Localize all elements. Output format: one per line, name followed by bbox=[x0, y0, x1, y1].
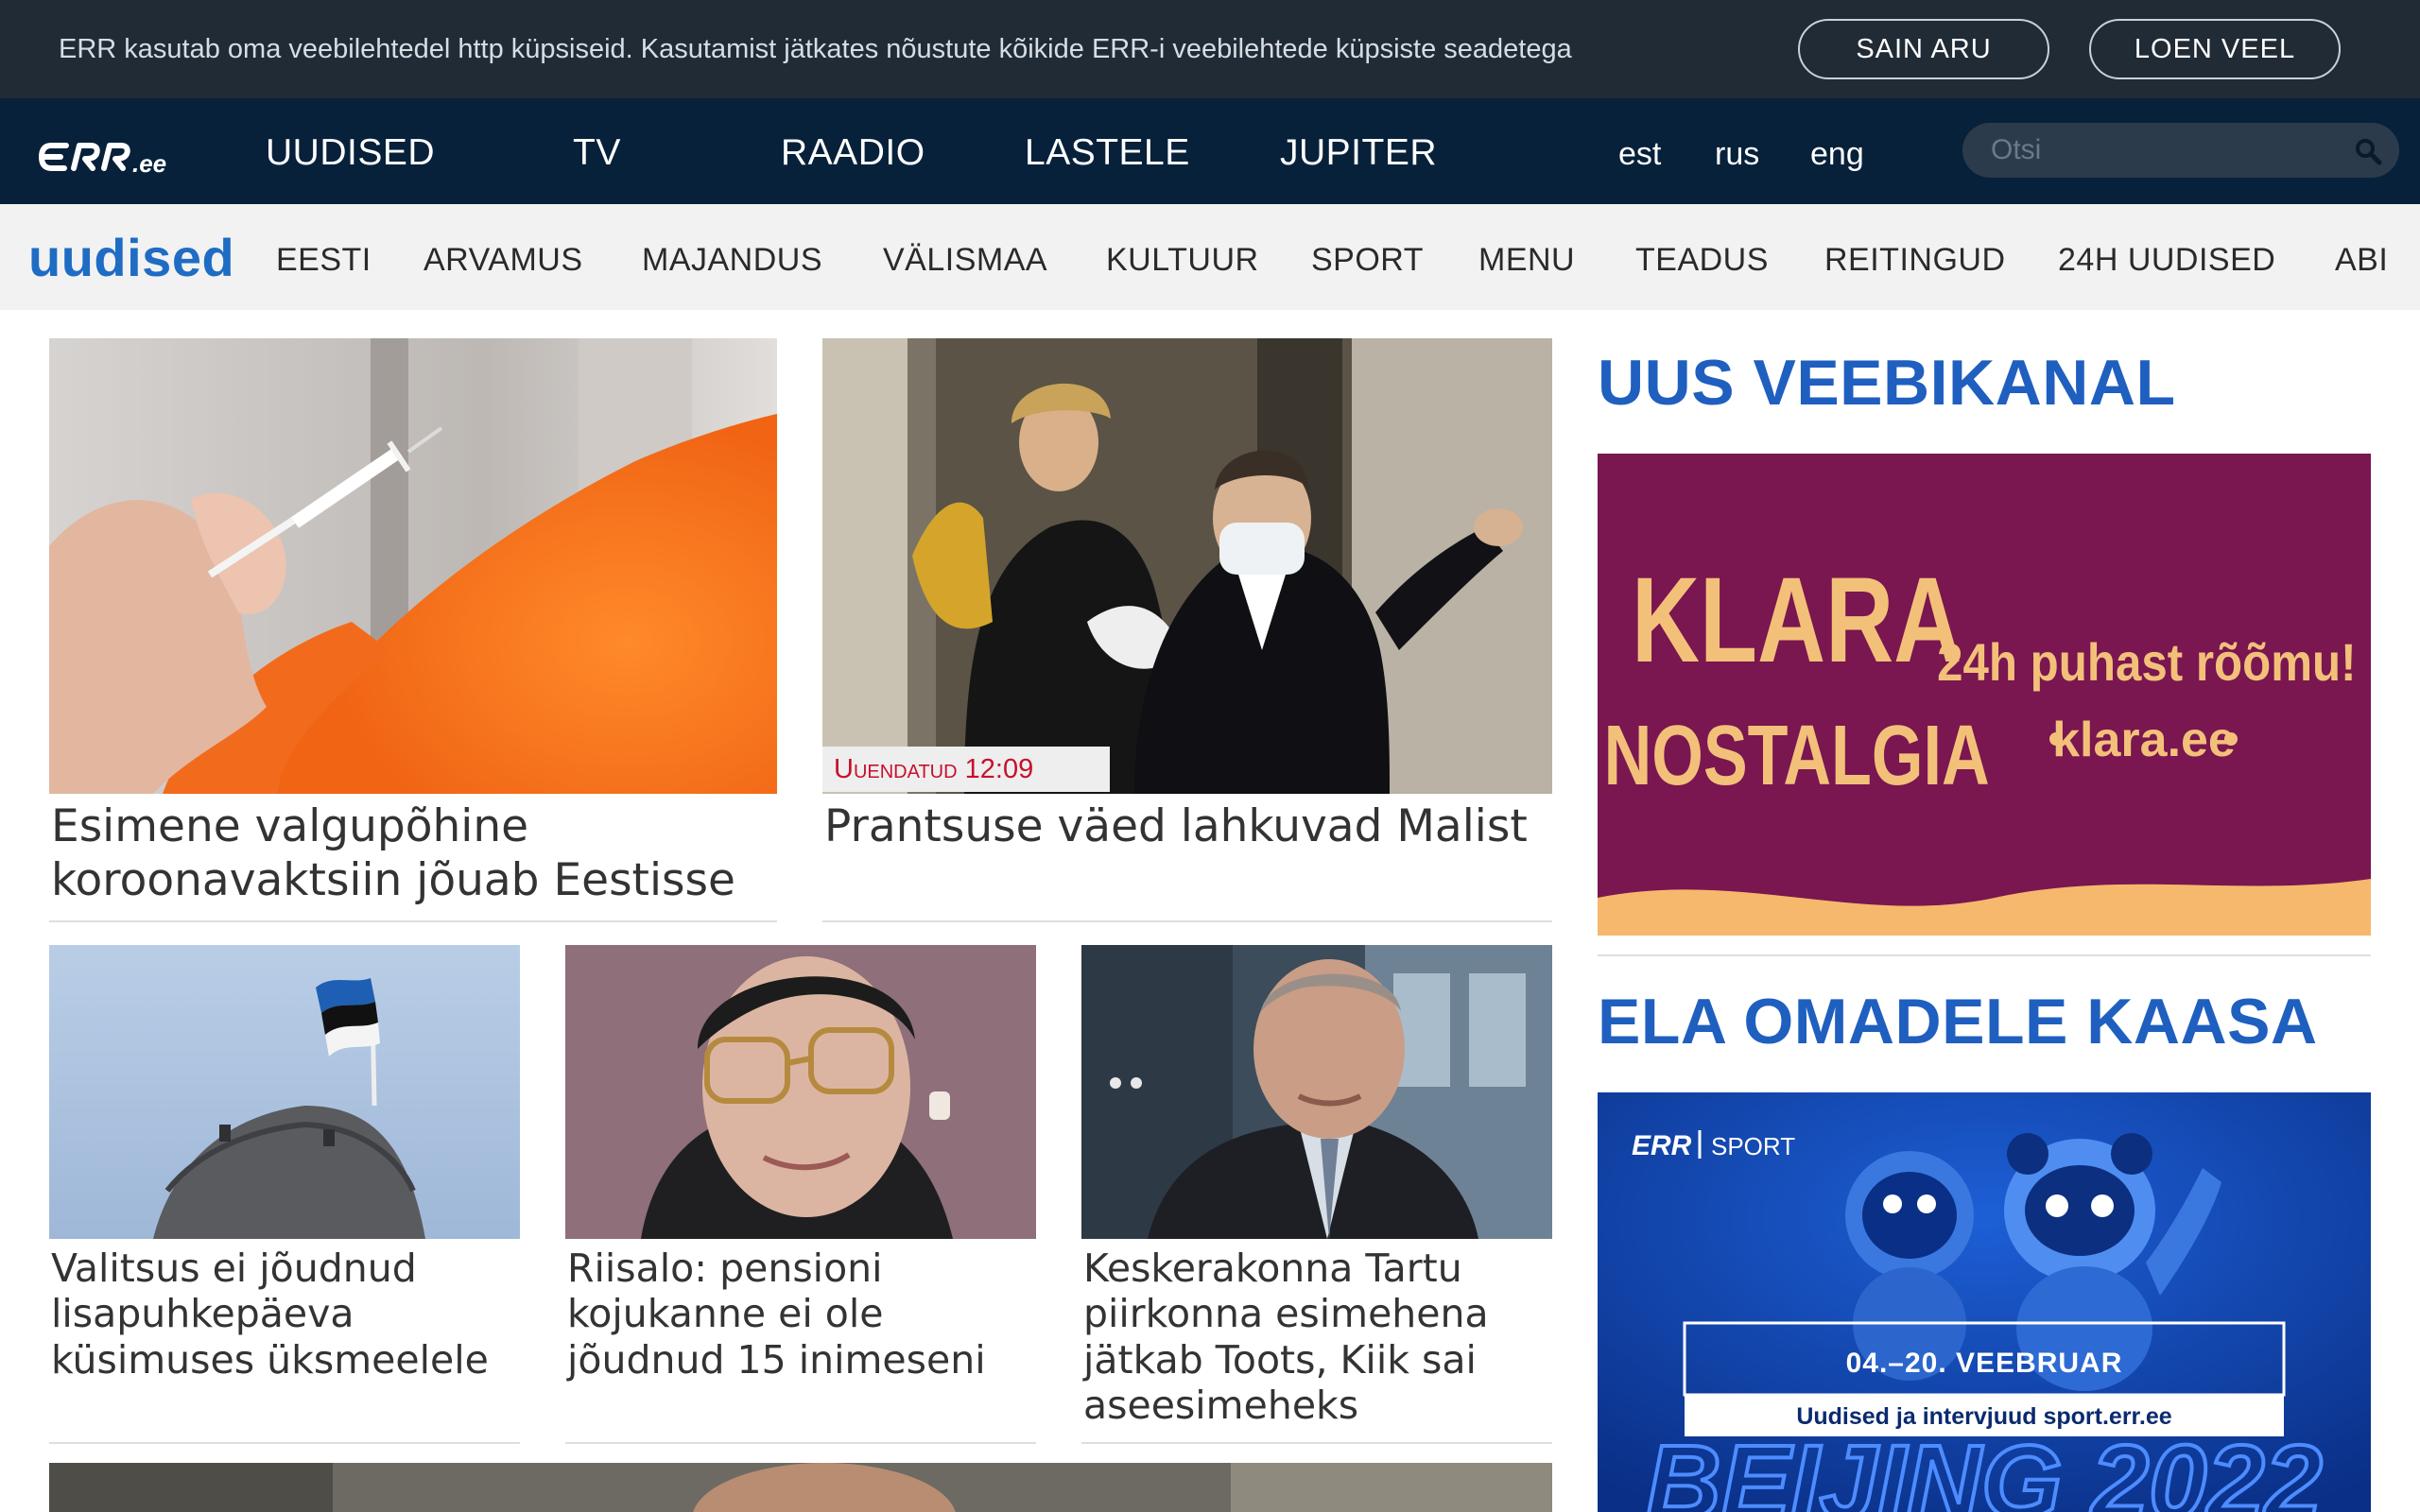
section-item-sport[interactable]: SPORT bbox=[1311, 242, 1424, 279]
nav-item-uudised[interactable]: UUDISED bbox=[266, 132, 435, 174]
flag-article-title[interactable]: Valitsus ei jõudnud lisapuhkepäeva küsim… bbox=[51, 1246, 522, 1383]
sport-logo-err: ERR bbox=[1632, 1130, 1692, 1161]
divider bbox=[1598, 954, 2371, 956]
section-brand-uudised[interactable]: uudised bbox=[28, 227, 234, 288]
next-article-image[interactable] bbox=[49, 1463, 1552, 1512]
flag-article-image[interactable] bbox=[49, 945, 520, 1239]
sport-logo-label: SPORT bbox=[1711, 1132, 1795, 1160]
updated-badge-text: Uuendatud 12:09 bbox=[834, 753, 1034, 784]
section-item-24h-uudised[interactable]: 24H UUDISED bbox=[2058, 242, 2275, 279]
riisalo-article-title[interactable]: Riisalo: pensioni kojukanne ei ole jõudn… bbox=[567, 1246, 1038, 1383]
klara-subtitle: NOSTALGIA bbox=[1604, 709, 1990, 803]
section-item-menu[interactable]: MENU bbox=[1478, 242, 1575, 279]
lang-est[interactable]: est bbox=[1618, 136, 1661, 173]
sidebar-heading-new-channel: UUS VEEBIKANAL bbox=[1598, 347, 2176, 419]
err-sport-olympics-banner[interactable]: ERR SPORT 04.–20. VEEBRUAR Uudised ja in… bbox=[1598, 1092, 2371, 1512]
section-item-teadus[interactable]: TEADUS bbox=[1635, 242, 1769, 279]
divider bbox=[1081, 1442, 1552, 1444]
klara-slogan: 24h puhast rõõmu! bbox=[1937, 633, 2356, 693]
section-item-reitingud[interactable]: REITINGUD bbox=[1824, 242, 2006, 279]
search-input[interactable] bbox=[1991, 132, 2341, 168]
section-item-valismaa[interactable]: VÄLISMAA bbox=[883, 242, 1047, 279]
lang-eng[interactable]: eng bbox=[1810, 136, 1864, 173]
updated-badge: Uuendatud 12:09 bbox=[822, 747, 1110, 792]
svg-text:.ee: .ee bbox=[132, 149, 166, 176]
cookie-read-more-button[interactable]: LOEN VEEL bbox=[2089, 19, 2341, 79]
section-item-majandus[interactable]: MAJANDUS bbox=[642, 242, 822, 279]
section-item-arvamus[interactable]: ARVAMUS bbox=[424, 242, 583, 279]
cookie-accept-button[interactable]: SAIN ARU bbox=[1798, 19, 2049, 79]
nav-item-lastele[interactable]: LASTELE bbox=[1025, 132, 1190, 174]
divider bbox=[565, 1442, 1036, 1444]
search-icon[interactable] bbox=[2354, 137, 2382, 165]
err-logo[interactable]: .ee bbox=[38, 129, 182, 176]
cookie-text: ERR kasutab oma veebilehtedel http küpsi… bbox=[59, 34, 1572, 64]
mali-article-title[interactable]: Prantsuse väed lahkuvad Malist bbox=[824, 799, 1552, 853]
nav-item-tv[interactable]: TV bbox=[573, 132, 621, 174]
main-navigation: .ee UUDISED TV RAADIO LASTELE JUPITER es… bbox=[0, 98, 2420, 204]
sport-big-text: BEIJING 2022 bbox=[1646, 1424, 2322, 1512]
vaccine-article-image[interactable] bbox=[49, 338, 777, 794]
section-item-kultuur[interactable]: KULTUUR bbox=[1106, 242, 1259, 279]
divider bbox=[49, 920, 777, 922]
nav-item-jupiter[interactable]: JUPITER bbox=[1280, 132, 1437, 174]
sidebar-heading-follow: ELA OMADELE KAASA bbox=[1598, 986, 2318, 1057]
section-navigation: uudised EESTI ARVAMUS MAJANDUS VÄLISMAA … bbox=[0, 204, 2420, 310]
mali-article-image[interactable] bbox=[822, 338, 1552, 794]
search-box bbox=[1962, 123, 2399, 178]
divider bbox=[49, 1442, 520, 1444]
vaccine-article-title[interactable]: Esimene valgupõhine koroonavaktsiin jõua… bbox=[51, 799, 779, 908]
cookie-banner: ERR kasutab oma veebilehtedel http küpsi… bbox=[0, 0, 2420, 98]
klara-nostalgia-banner[interactable]: KLARA NOSTALGIA 24h puhast rõõmu! klara.… bbox=[1598, 454, 2371, 936]
nav-item-raadio[interactable]: RAADIO bbox=[781, 132, 925, 174]
klara-title: KLARA bbox=[1632, 553, 1962, 688]
sport-dates: 04.–20. VEEBRUAR bbox=[1846, 1348, 2123, 1379]
divider bbox=[822, 920, 1552, 922]
riisalo-article-image[interactable] bbox=[565, 945, 1036, 1239]
klara-url: klara.ee bbox=[2052, 713, 2236, 767]
lang-rus[interactable]: rus bbox=[1715, 136, 1759, 173]
err-logo-icon: .ee bbox=[39, 143, 166, 176]
section-item-eesti[interactable]: EESTI bbox=[276, 242, 372, 279]
keskerakond-article-title[interactable]: Keskerakonna Tartu piirkonna esimehena j… bbox=[1083, 1246, 1554, 1429]
section-item-abi[interactable]: ABI bbox=[2335, 242, 2388, 279]
keskerakond-article-image[interactable] bbox=[1081, 945, 1552, 1239]
